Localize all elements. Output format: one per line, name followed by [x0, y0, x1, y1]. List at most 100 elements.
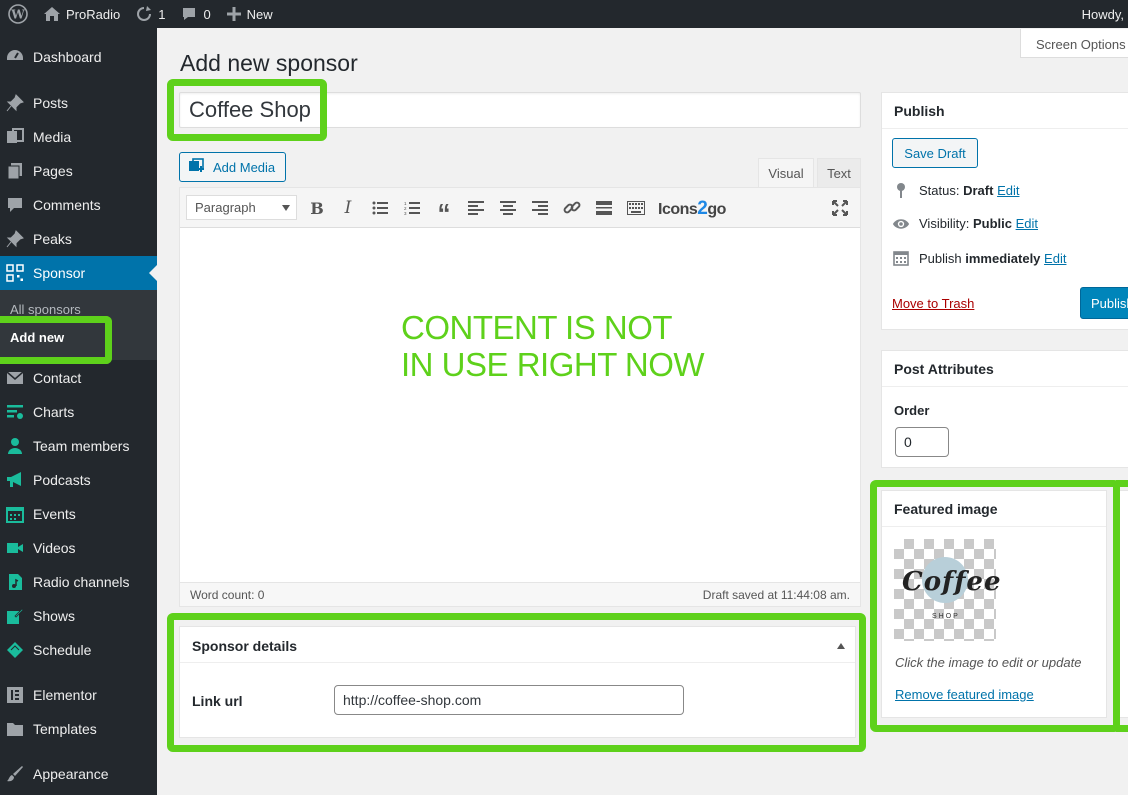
comment-icon	[5, 195, 25, 215]
sidebar-item-radio-channels[interactable]: Radio channels	[0, 565, 157, 599]
bullet-list-icon	[372, 201, 388, 215]
new-label: New	[246, 6, 273, 22]
bold-button[interactable]: B	[305, 196, 329, 220]
remove-featured-image-link[interactable]: Remove featured image	[895, 687, 1034, 702]
status-label: Status:	[919, 182, 960, 198]
sidebar-item-label: Pages	[33, 163, 73, 179]
align-left-icon	[468, 201, 484, 215]
ticket-icon	[5, 640, 25, 660]
schedule-row: Publish immediately Edit	[892, 250, 1066, 266]
fullscreen-icon	[832, 200, 848, 216]
home-icon	[44, 7, 60, 21]
icons2go-label-a: Icons	[658, 201, 698, 218]
sidebar-item-label: Templates	[33, 721, 97, 737]
sidebar-item-shows[interactable]: Shows	[0, 599, 157, 633]
read-more-icon	[596, 201, 612, 215]
sidebar-item-templates[interactable]: Templates	[0, 712, 157, 746]
sidebar-item-media[interactable]: Media	[0, 120, 157, 154]
sidebar-item-team-members[interactable]: Team members	[0, 429, 157, 463]
format-select[interactable]: Paragraph	[186, 195, 297, 220]
howdy-account[interactable]: Howdy,	[1082, 0, 1128, 28]
move-to-trash-link[interactable]: Move to Trash	[892, 296, 974, 311]
sidebar-item-appearance[interactable]: Appearance	[0, 757, 157, 791]
sidebar-item-label: Peaks	[33, 231, 72, 247]
featured-image-title: Featured image	[882, 491, 1106, 527]
post-attributes-title: Post Attributes	[882, 351, 1128, 387]
sponsor-details-title[interactable]: Sponsor details	[180, 627, 855, 663]
music-file-icon	[5, 572, 25, 592]
edit-status-link[interactable]: Edit	[997, 183, 1019, 198]
sidebar-item-dashboard[interactable]: Dashboard	[0, 40, 157, 74]
bold-icon: B	[310, 198, 324, 218]
align-left-button[interactable]	[464, 196, 488, 220]
editor-content-area[interactable]: CONTENT IS NOT IN USE RIGHT NOW	[180, 229, 860, 584]
pin-icon	[5, 229, 25, 249]
comments-link[interactable]: 0	[173, 0, 218, 28]
updates-link[interactable]: 1	[128, 0, 173, 28]
featured-image-thumbnail[interactable]: Coffee SHOP	[894, 539, 1001, 641]
publish-title: Publish	[882, 93, 1128, 129]
toolbar-toggle-button[interactable]	[624, 196, 648, 220]
sidebar-item-pages[interactable]: Pages	[0, 154, 157, 188]
sidebar-item-videos[interactable]: Videos	[0, 531, 157, 565]
read-more-button[interactable]	[592, 196, 616, 220]
italic-button[interactable]: I	[336, 196, 360, 220]
align-right-button[interactable]	[528, 196, 552, 220]
publish-button[interactable]: Publish	[1080, 287, 1128, 319]
status-row: Status: Draft Edit	[892, 182, 1019, 198]
folder-icon	[5, 719, 25, 739]
envelope-icon	[5, 368, 25, 388]
content-note-line-2: IN USE RIGHT NOW	[401, 346, 705, 383]
insert-link-button[interactable]	[560, 196, 584, 220]
wordpress-logo-icon[interactable]: W	[0, 0, 36, 28]
quote-icon: “	[437, 198, 451, 228]
sidebar-item-contact[interactable]: Contact	[0, 361, 157, 395]
publish-time-label: Publish	[919, 250, 962, 266]
order-input[interactable]: 0	[895, 427, 949, 457]
link-url-input[interactable]: http://coffee-shop.com	[334, 685, 684, 715]
new-content-link[interactable]: New	[219, 0, 281, 28]
pin-icon	[5, 93, 25, 113]
edit-visibility-link[interactable]: Edit	[1016, 216, 1038, 231]
sidebar-item-posts[interactable]: Posts	[0, 86, 157, 120]
sidebar-item-podcasts[interactable]: Podcasts	[0, 463, 157, 497]
sidebar-item-schedule[interactable]: Schedule	[0, 633, 157, 667]
sidebar-item-comments[interactable]: Comments	[0, 188, 157, 222]
bullet-list-button[interactable]	[368, 196, 392, 220]
editor-toolbar: Paragraph B I 123 “ Icons2go	[180, 188, 860, 228]
tab-visual[interactable]: Visual	[758, 158, 814, 187]
numbered-list-icon: 123	[404, 201, 420, 215]
video-camera-icon	[5, 538, 25, 558]
sidebar-item-label: Elementor	[33, 687, 97, 703]
save-draft-button[interactable]: Save Draft	[892, 138, 978, 168]
media-icon	[5, 127, 25, 147]
collapse-arrow-icon[interactable]	[837, 643, 845, 649]
sidebar-item-peaks[interactable]: Peaks	[0, 222, 157, 256]
updates-count: 1	[158, 6, 166, 22]
screen-options-button[interactable]: Screen Options	[1020, 29, 1128, 58]
icons2go-button[interactable]: Icons2go	[658, 198, 726, 220]
sidebar-item-sponsor[interactable]: Sponsor	[0, 256, 157, 290]
visibility-row: Visibility: Public Edit	[892, 216, 1038, 231]
submenu-all-sponsors[interactable]: All sponsors	[10, 302, 81, 317]
tab-text[interactable]: Text	[817, 158, 861, 187]
sidebar-item-events[interactable]: Events	[0, 497, 157, 531]
edit-icon	[5, 606, 25, 626]
sidebar-item-elementor[interactable]: Elementor	[0, 678, 157, 712]
numbered-list-button[interactable]: 123	[400, 196, 424, 220]
title-input[interactable]: Coffee Shop	[179, 92, 861, 128]
publish-box: Publish Save Draft Status: Draft Edit Vi…	[881, 92, 1128, 330]
eye-icon	[892, 217, 910, 231]
site-name-link[interactable]: ProRadio	[36, 0, 128, 28]
blockquote-button[interactable]: “	[432, 196, 456, 228]
edit-publish-time-link[interactable]: Edit	[1044, 251, 1066, 266]
fullscreen-button[interactable]	[828, 196, 852, 220]
sidebar-item-label: Sponsor	[33, 265, 86, 281]
charts-icon	[5, 402, 25, 422]
add-media-button[interactable]: Add Media	[179, 152, 286, 182]
chevron-down-icon	[282, 205, 290, 211]
content-editor: Paragraph B I 123 “ Icons2go CONTENT IS …	[179, 187, 861, 607]
submenu-add-new[interactable]: Add new	[10, 330, 64, 345]
sidebar-item-charts[interactable]: Charts	[0, 395, 157, 429]
align-center-button[interactable]	[496, 196, 520, 220]
